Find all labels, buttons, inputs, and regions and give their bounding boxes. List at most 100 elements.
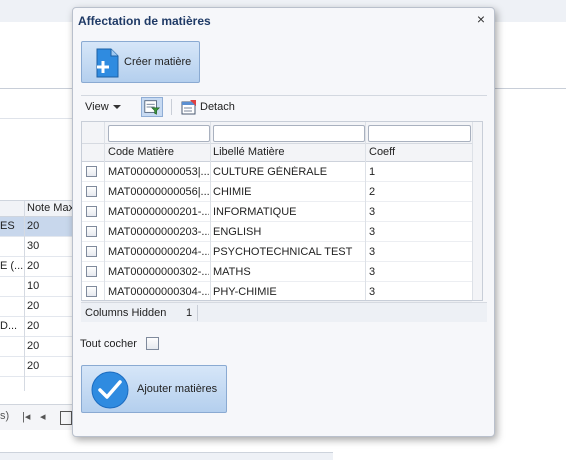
table-row[interactable]: MAT00000000204-... PSYCHOTECHNICAL TEST 3 [82,242,472,262]
table-row[interactable]: MAT00000000302-... MATHS 3 [82,262,472,282]
background-row[interactable]: 20 [0,337,72,357]
background-column-header: Note Max [27,202,75,214]
background-status-bar [0,452,333,460]
detach-icon [181,100,196,115]
row-checkbox[interactable] [86,246,97,257]
add-subjects-button[interactable]: Ajouter matières [81,365,227,413]
columns-hidden-count: 1 [186,307,193,319]
footer-separator [197,305,198,321]
background-cell: 20 [27,260,40,272]
code-cell: MAT00000000201-... [108,206,209,218]
libelle-cell: INFORMATIQUE [213,206,297,218]
background-pager-text: s) [0,410,10,422]
background-row[interactable]: ES 20 [0,217,72,237]
toolbar-separator [171,99,172,115]
background-cell: E (... [0,260,24,272]
libelle-cell: PSYCHOTECHNICAL TEST [213,246,353,258]
background-cell: 30 [27,240,40,252]
close-icon[interactable]: × [474,11,488,27]
check-all-checkbox[interactable] [146,337,159,350]
background-row[interactable]: D... 20 [0,317,72,337]
background-separator [0,118,72,119]
background-cell: 20 [27,320,40,332]
check-all-label: Tout cocher [80,338,137,350]
row-checkbox[interactable] [86,266,97,277]
code-cell: MAT00000000056|... [108,186,209,198]
dialog-title: Affectation de matières [78,14,211,28]
background-cell: 20 [27,360,40,372]
background-cell: 20 [27,300,40,312]
grid-footer: Columns Hidden 1 [81,302,487,322]
view-menu-label: View [85,101,109,113]
table-row[interactable]: MAT00000000203-... ENGLISH 3 [82,222,472,242]
filter-row [82,122,472,144]
previous-page-icon[interactable]: ◂ [40,410,46,423]
checkmark-icon [91,371,129,409]
row-checkbox[interactable] [86,206,97,217]
libelle-cell: CHIMIE [213,186,252,198]
column-header-coeff[interactable]: Coeff [369,146,395,158]
columns-hidden-label: Columns Hidden [85,307,167,319]
background-row[interactable]: 20 [0,357,72,377]
table-row[interactable]: MAT00000000201-... INFORMATIQUE 3 [82,202,472,222]
filter-icon [144,100,161,115]
code-filter-input[interactable] [108,125,210,142]
coeff-cell: 3 [369,266,376,278]
background-grid: Note Max ES 20 30 E (... 20 10 20 D... 20 2… [0,200,75,391]
libelle-cell: MATHS [213,266,251,278]
background-cell: D... [0,320,18,332]
coeff-cell: 3 [369,286,376,298]
column-header-code[interactable]: Code Matière [108,146,174,158]
table-row[interactable]: MAT00000000053|... CULTURE GÉNÉRALE 1 [82,162,472,182]
background-cell: 10 [27,280,40,292]
code-cell: MAT00000000053|... [108,166,209,178]
column-divider [365,122,366,300]
new-document-icon [96,48,119,78]
coeff-cell: 2 [369,186,376,198]
column-header-libelle[interactable]: Libellé Matière [213,146,285,158]
column-divider [104,122,105,300]
background-row[interactable]: 10 [0,277,72,297]
background-pager: s) |◂ ◂ [0,404,72,430]
detach-label: Detach [200,101,235,113]
create-subject-label: Créer matière [124,56,192,68]
libelle-cell: CULTURE GÉNÉRALE [213,166,328,178]
row-checkbox[interactable] [86,226,97,237]
first-page-icon[interactable]: |◂ [22,410,30,423]
code-cell: MAT00000000203-... [108,226,209,238]
subjects-grid: Code Matière Libellé Matière Coeff MAT00… [81,121,483,302]
row-checkbox[interactable] [86,286,97,297]
table-row[interactable]: MAT00000000056|... CHIMIE 2 [82,182,472,202]
background-cell: 20 [27,220,40,232]
coeff-cell: 1 [369,166,376,178]
column-divider [210,122,211,300]
background-column-divider [24,201,25,391]
coeff-cell: 3 [369,206,376,218]
coeff-cell: 3 [369,226,376,238]
libelle-cell: ENGLISH [213,226,262,238]
row-checkbox[interactable] [86,166,97,177]
background-row[interactable]: 20 [0,297,72,317]
grid-toolbar: View Detach [81,95,487,119]
view-menu[interactable]: View [85,101,121,113]
background-grid-header: Note Max [0,201,75,217]
background-row[interactable]: E (... 20 [0,257,72,277]
add-subjects-label: Ajouter matières [137,383,218,395]
vertical-scrollbar[interactable] [472,122,482,300]
code-cell: MAT00000000204-... [108,246,209,258]
column-header-row: Code Matière Libellé Matière Coeff [82,144,472,162]
libelle-cell: PHY-CHIMIE [213,286,277,298]
table-row[interactable]: MAT00000000304-... PHY-CHIMIE 3 [82,282,472,302]
affectation-dialog: Affectation de matières × Créer matière … [72,7,495,437]
libelle-filter-input[interactable] [213,125,365,142]
page-number-input[interactable] [60,411,72,425]
background-row[interactable]: 30 [0,237,72,257]
filter-toggle-button[interactable] [141,97,163,117]
code-cell: MAT00000000304-... [108,286,209,298]
coeff-cell: 3 [369,246,376,258]
background-cell: ES [0,220,15,232]
coeff-filter-input[interactable] [368,125,471,142]
row-checkbox[interactable] [86,186,97,197]
background-cell: 20 [27,340,40,352]
create-subject-button[interactable]: Créer matière [81,41,200,83]
